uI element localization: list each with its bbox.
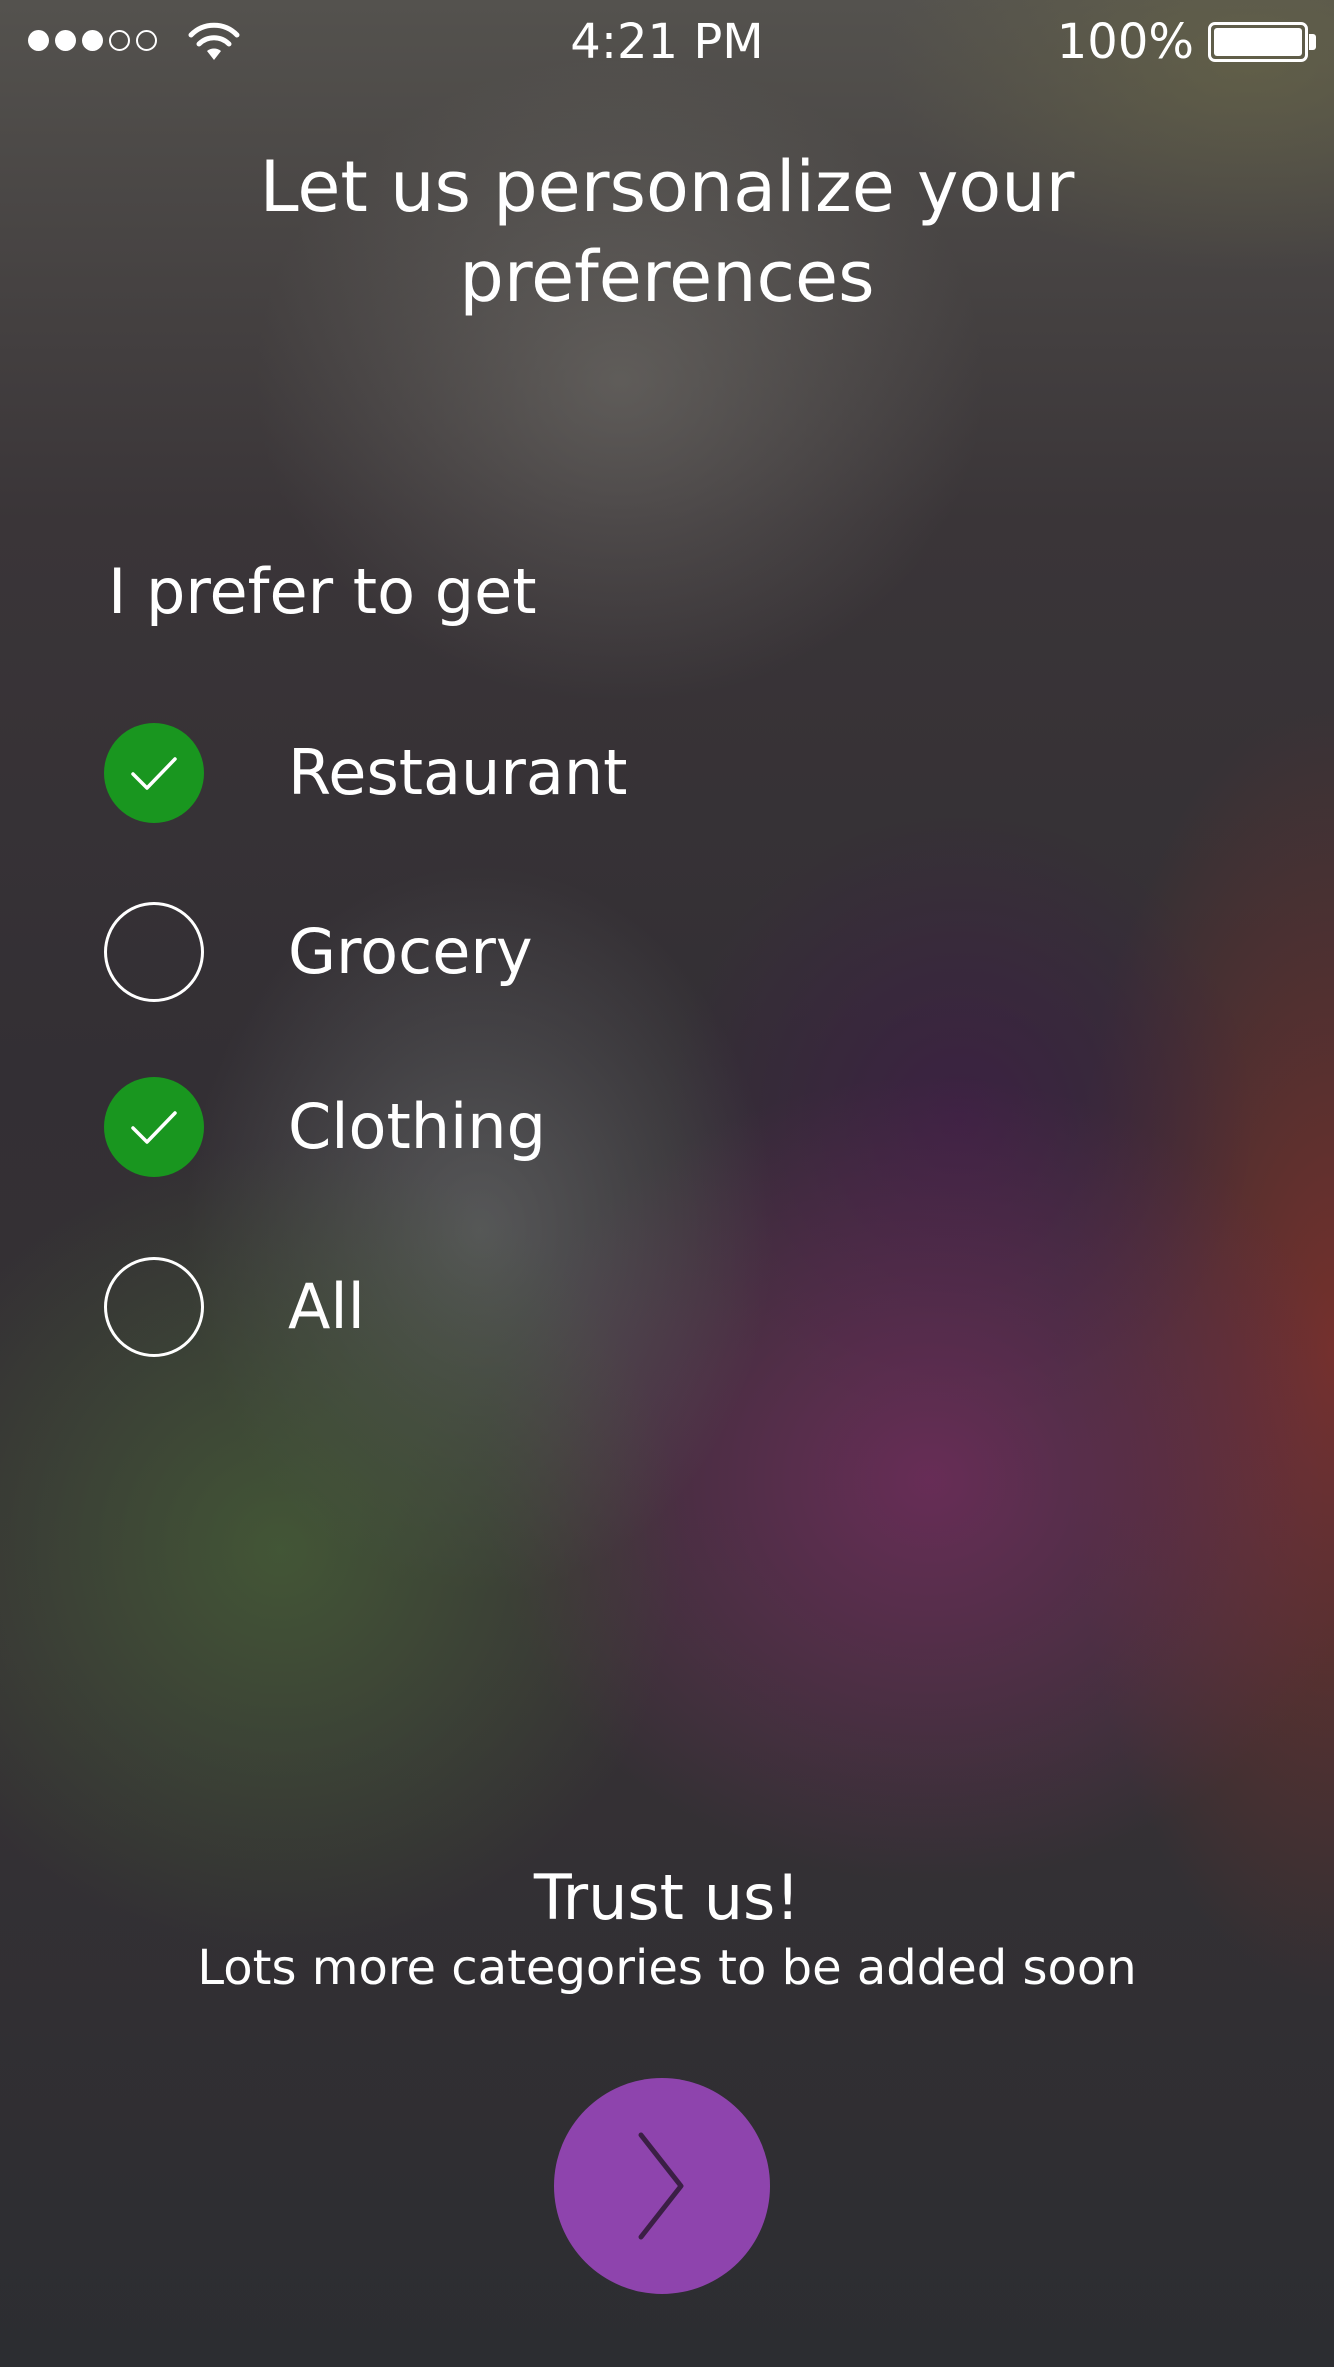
option-label: Grocery	[288, 915, 533, 988]
status-bar: 4:21 PM 100%	[0, 0, 1334, 84]
checkbox-checked[interactable]	[104, 723, 204, 823]
page-title-line-2: preferences	[459, 236, 875, 318]
option-label: Restaurant	[288, 736, 628, 809]
next-button[interactable]	[554, 2078, 770, 2294]
footer-title: Trust us!	[533, 1861, 801, 1934]
option-restaurant[interactable]: Restaurant	[104, 720, 804, 826]
chevron-right-icon	[638, 2132, 684, 2240]
option-clothing[interactable]: Clothing	[104, 1074, 804, 1180]
footer-subtitle: Lots more categories to be added soon	[197, 1940, 1137, 1996]
checkbox-unchecked[interactable]	[104, 1257, 204, 1357]
checkmark-icon	[131, 757, 177, 790]
page-title: Let us personalize your preferences	[0, 142, 1334, 322]
preferences-label: I prefer to get	[108, 555, 537, 628]
page-title-line-1: Let us personalize your	[259, 146, 1075, 228]
option-label: Clothing	[288, 1090, 546, 1163]
battery-percentage: 100%	[1056, 14, 1194, 70]
option-label: All	[288, 1270, 365, 1343]
battery-level	[1214, 28, 1302, 56]
option-grocery[interactable]: Grocery	[104, 899, 804, 1005]
checkmark-icon	[131, 1111, 177, 1144]
option-all[interactable]: All	[104, 1254, 804, 1360]
checkbox-unchecked[interactable]	[104, 902, 204, 1002]
checkbox-checked[interactable]	[104, 1077, 204, 1177]
battery-tip	[1309, 34, 1316, 50]
battery-icon	[1208, 22, 1308, 62]
